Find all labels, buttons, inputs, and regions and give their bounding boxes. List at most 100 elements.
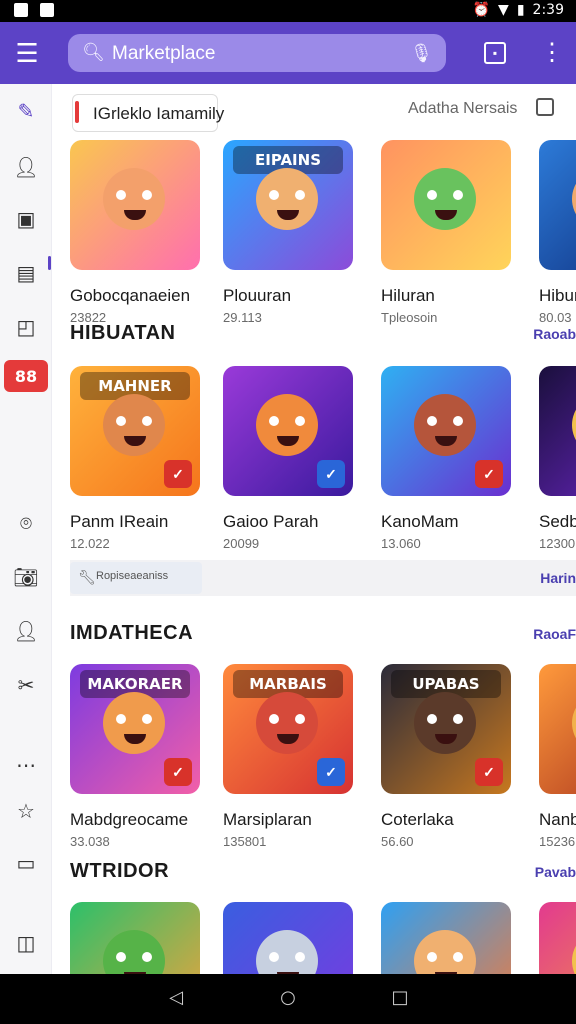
app-card[interactable]: ✓ <box>381 902 513 974</box>
app-card[interactable]: ✓ Gaioo Parah 20099 <box>223 366 355 551</box>
app-card[interactable]: Gobocqanaeien 23822 <box>70 140 202 325</box>
character-face <box>572 930 576 974</box>
app-meta: 56.60 <box>381 834 414 849</box>
user-outline-icon[interactable]: 👤︎ <box>8 150 44 184</box>
character-face <box>572 168 576 230</box>
app-thumbnail[interactable]: ✓ <box>70 902 200 974</box>
app-card[interactable]: Hiburan 80.03 <box>539 140 576 325</box>
character-face <box>414 692 476 754</box>
back-icon[interactable]: ◁ <box>164 986 188 1010</box>
filter-checkbox[interactable] <box>536 98 554 116</box>
app-card[interactable]: MARBAIS ✓ Marsiplaran 135801 <box>223 664 355 849</box>
app-thumbnail[interactable]: MARBAIS ✓ <box>223 664 353 794</box>
home-icon[interactable]: ○ <box>276 986 300 1010</box>
folder-icon[interactable]: ▤ <box>8 256 44 290</box>
section-more-link[interactable]: Pavab <box>535 864 576 880</box>
menu-icon[interactable]: ☰ <box>12 38 42 68</box>
character-eye <box>269 714 279 724</box>
app-card[interactable]: Nanb 15236 <box>539 664 576 849</box>
character-eye <box>116 714 126 724</box>
app-thumbnail[interactable]: ✓ <box>381 366 511 496</box>
character-eye <box>427 190 437 200</box>
app-name: Nanb <box>539 810 576 829</box>
star-icon[interactable]: ☆ <box>8 794 44 828</box>
app-meta: 135801 <box>223 834 267 849</box>
main-content: IGrleklo Iamamily Adatha Nersais Gobocqa… <box>52 84 576 974</box>
status-bar: ⏰ ▼ ▮ 2:39 <box>0 0 576 22</box>
promo-link[interactable]: Harin <box>540 570 576 586</box>
app-meta: 13.060 <box>381 536 421 551</box>
app-name: Gaioo Parah <box>223 512 319 531</box>
mic-icon[interactable]: 🎙︎ <box>410 42 433 64</box>
person-icon[interactable]: 👤︎ <box>8 614 44 648</box>
grid-logo-icon[interactable]: ✎ <box>8 94 44 128</box>
app-card[interactable]: MAHNER ✓ Panm IReain 12.022 <box>70 366 202 551</box>
app-card[interactable]: Sedb 12300 <box>539 366 576 551</box>
tablet-icon[interactable]: ▣ <box>8 202 44 236</box>
app-name: Hiburan <box>539 286 576 305</box>
section-title: IMDATHECA <box>70 622 194 644</box>
check-badge-icon: ✓ <box>475 460 503 488</box>
app-card[interactable]: ✓ <box>223 902 355 974</box>
app-meta: 12300 <box>539 536 576 551</box>
app-thumbnail[interactable] <box>539 366 576 496</box>
app-name: Coterlaka <box>381 810 454 829</box>
app-meta: 12.022 <box>70 536 110 551</box>
section-more-link[interactable]: Raoab <box>533 326 576 342</box>
promo-chip[interactable]: 🔧︎ Ropiseaeaniss <box>70 562 202 594</box>
app-card[interactable]: EIPAINS Plouuran 29.113 <box>223 140 355 325</box>
app-meta: 15236 <box>539 834 576 849</box>
app-thumbnail[interactable]: ✓ <box>223 902 353 974</box>
file-icon[interactable]: ▭ <box>8 846 44 880</box>
app-card[interactable]: ✓ <box>70 902 202 974</box>
app-thumbnail[interactable] <box>539 664 576 794</box>
account-icon[interactable]: ◫ <box>8 926 44 960</box>
app-thumbnail[interactable] <box>539 902 576 974</box>
chat-icon[interactable]: ⌾ <box>8 506 44 540</box>
app-card[interactable] <box>539 902 576 974</box>
character-eye <box>295 416 305 426</box>
app-thumbnail[interactable]: ✓ <box>223 366 353 496</box>
app-thumbnail[interactable]: MAKORAER ✓ <box>70 664 200 794</box>
contact-icon[interactable]: ◰ <box>8 310 44 344</box>
character-face <box>256 930 318 974</box>
system-nav-bar: ◁ ○ □ <box>0 974 576 1024</box>
app-thumbnail[interactable]: ✓ <box>381 902 511 974</box>
app-thumbnail[interactable]: UPABAS ✓ <box>381 664 511 794</box>
more-horiz-icon[interactable]: ⋯ <box>8 748 44 782</box>
character-face <box>414 168 476 230</box>
filter-right-label: Adatha Nersais <box>408 100 518 117</box>
app-thumbnail[interactable] <box>539 140 576 270</box>
app-card[interactable]: Hiluran Tpleosoin <box>381 140 513 325</box>
app-thumbnail[interactable] <box>70 140 200 270</box>
character-eye <box>142 714 152 724</box>
section-more-link[interactable]: RaoaF <box>533 626 576 642</box>
status-time: 2:39 <box>532 2 564 18</box>
check-badge-icon: ✓ <box>317 460 345 488</box>
app-thumbnail[interactable] <box>381 140 511 270</box>
app-card[interactable]: UPABAS ✓ Coterlaka 56.60 <box>381 664 513 849</box>
character-eye <box>295 952 305 962</box>
filter-chip[interactable]: IGrleklo Iamamily <box>72 94 224 132</box>
character-eye <box>116 952 126 962</box>
app-card[interactable]: ✓ KanoMam 13.060 <box>381 366 513 551</box>
character-eye <box>453 416 463 426</box>
camera-icon[interactable]: 📷︎ <box>8 560 44 594</box>
character-face <box>103 930 165 974</box>
more-vert-icon[interactable]: ⋮ <box>540 38 564 68</box>
wrench-icon: 🔧︎ <box>78 569 96 585</box>
app-meta: 80.03 <box>539 310 572 325</box>
app-name: Panm IReain <box>70 512 169 531</box>
app-meta: Tpleosoin <box>381 310 438 325</box>
character-face <box>572 692 576 754</box>
app-thumbnail[interactable]: MAHNER ✓ <box>70 366 200 496</box>
search-input[interactable]: 🔍︎ Marketplace 🎙︎ <box>68 34 446 72</box>
notification-icon-2 <box>40 3 54 17</box>
tab-switch-icon[interactable]: ▪ <box>484 42 506 64</box>
puzzle-icon[interactable]: ✂ <box>8 668 44 702</box>
recents-icon[interactable]: □ <box>388 986 412 1010</box>
games-icon[interactable]: 88 <box>4 360 48 392</box>
app-thumbnail[interactable]: EIPAINS <box>223 140 353 270</box>
app-card[interactable]: MAKORAER ✓ Mabdgreocame 33.038 <box>70 664 202 849</box>
character-eye <box>142 416 152 426</box>
